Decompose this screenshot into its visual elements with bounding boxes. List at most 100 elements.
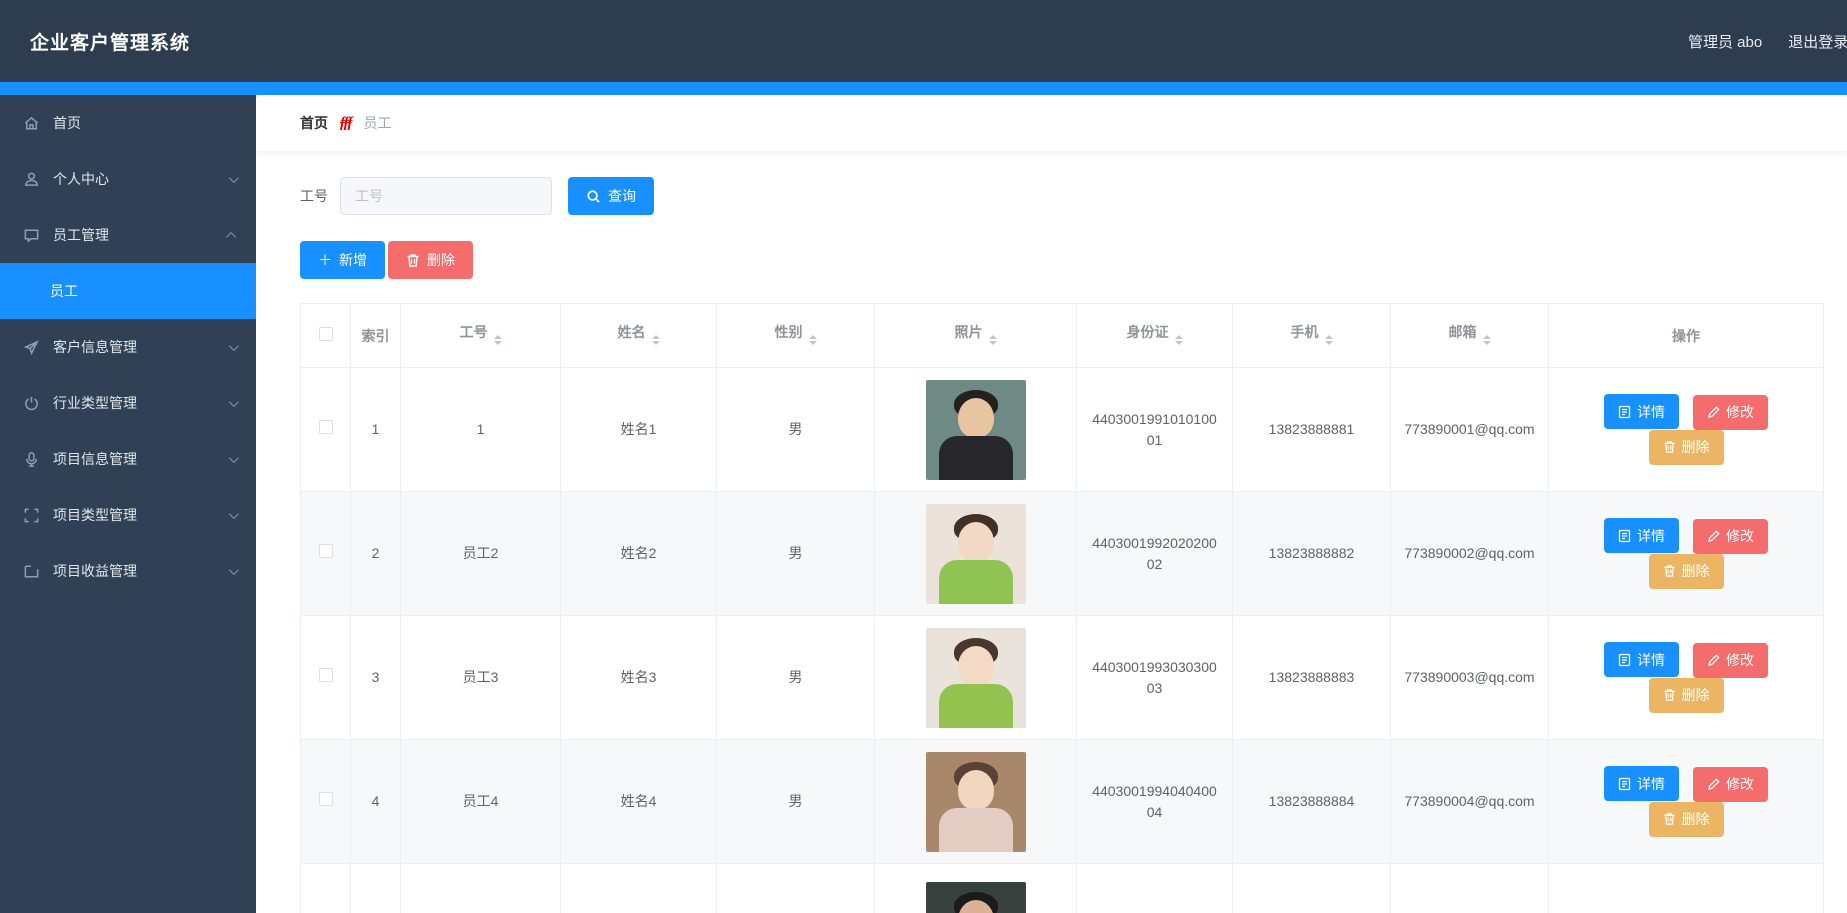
- row-checkbox[interactable]: [318, 544, 333, 558]
- employee-photo: [925, 379, 1026, 480]
- sidebar-item-label: 员工管理: [53, 227, 109, 243]
- cell-gender: 男: [716, 615, 875, 740]
- sidebar-item-home[interactable]: 首页: [0, 95, 256, 151]
- header-name[interactable]: 姓名: [560, 303, 717, 368]
- cell-email: 773890003@qq.com: [1390, 615, 1549, 740]
- document-icon: [1618, 529, 1631, 542]
- main-content: 首页 fff 员工 工号 查询 ＋ 新增: [256, 95, 1847, 913]
- power-icon: [22, 394, 40, 412]
- cell-id-card: 440300199303030003: [1076, 615, 1233, 740]
- search-label: 工号: [300, 188, 328, 204]
- cell-id-card: [1076, 863, 1233, 913]
- cell-name: 姓名4: [560, 739, 717, 864]
- cell-gender: 男: [716, 739, 875, 864]
- search-input[interactable]: [340, 177, 552, 215]
- box-icon: [22, 562, 40, 580]
- detail-button[interactable]: 详情: [1604, 766, 1680, 802]
- row-checkbox[interactable]: [318, 420, 333, 434]
- delete-button[interactable]: 删除: [388, 241, 473, 279]
- logout-link[interactable]: 退出登录: [1788, 31, 1847, 52]
- row-delete-button[interactable]: 删除: [1648, 677, 1724, 713]
- employee-photo: [925, 882, 1026, 913]
- query-button-label: 查询: [608, 188, 636, 204]
- trash-icon: [1663, 813, 1675, 825]
- cell-phone: 13823888884: [1232, 739, 1391, 864]
- chevron-up-icon: [226, 231, 237, 242]
- delete-button-label: 删除: [427, 252, 455, 268]
- breadcrumb: 首页 fff 员工: [256, 95, 1847, 151]
- employee-photo: [925, 751, 1026, 852]
- header-id-card[interactable]: 身份证: [1076, 303, 1233, 368]
- cell-emp-no: 员工3: [400, 615, 561, 740]
- chevron-down-icon: [228, 452, 239, 463]
- sidebar-item-project-type[interactable]: 项目类型管理: [0, 487, 256, 543]
- sidebar-subitem-employee[interactable]: 员工: [0, 263, 256, 319]
- sidebar-item-project-info[interactable]: 项目信息管理: [0, 431, 256, 487]
- header-phone[interactable]: 手机: [1232, 303, 1391, 368]
- detail-button[interactable]: 详情: [1604, 518, 1680, 554]
- cell-name: [560, 863, 717, 913]
- cell-emp-no: 员工4: [400, 739, 561, 864]
- header-photo[interactable]: 照片: [874, 303, 1077, 368]
- sort-icon[interactable]: [988, 331, 997, 349]
- cell-emp-no: 1: [400, 367, 561, 492]
- edit-button[interactable]: 修改: [1692, 394, 1768, 430]
- sort-icon[interactable]: [1482, 331, 1491, 349]
- breadcrumb-current: 员工: [363, 115, 392, 131]
- sidebar-item-project-revenue[interactable]: 项目收益管理: [0, 543, 256, 599]
- admin-user-link[interactable]: 管理员 abo: [1688, 31, 1762, 52]
- pencil-icon: [1708, 406, 1720, 418]
- app-title: 企业客户管理系统: [30, 32, 191, 54]
- chevron-down-icon: [228, 340, 239, 351]
- row-delete-button[interactable]: 删除: [1648, 429, 1724, 465]
- sidebar-item-profile[interactable]: 个人中心: [0, 151, 256, 207]
- sidebar-item-label: 项目信息管理: [53, 451, 137, 467]
- sidebar-item-label: 行业类型管理: [53, 395, 137, 411]
- cell-name: 姓名2: [560, 491, 717, 616]
- trash-icon: [406, 253, 420, 268]
- sort-icon[interactable]: [1174, 331, 1183, 349]
- employee-photo: [925, 503, 1026, 604]
- sort-icon[interactable]: [651, 331, 660, 349]
- query-button[interactable]: 查询: [568, 177, 654, 215]
- sidebar-item-employee-mgmt[interactable]: 员工管理: [0, 207, 256, 263]
- row-delete-button[interactable]: 删除: [1648, 553, 1724, 589]
- chevron-down-icon: [228, 564, 239, 575]
- pencil-icon: [1708, 654, 1720, 666]
- edit-button[interactable]: 修改: [1692, 766, 1768, 802]
- header-email[interactable]: 邮箱: [1390, 303, 1549, 368]
- sort-icon[interactable]: [1324, 331, 1333, 349]
- toolbar: ＋ 新增 删除: [256, 215, 1847, 279]
- add-button-label: 新增: [339, 252, 367, 268]
- sidebar-item-industry-type[interactable]: 行业类型管理: [0, 375, 256, 431]
- cell-email: 773890004@qq.com: [1390, 739, 1549, 864]
- cell-phone: 13823888883: [1232, 615, 1391, 740]
- sidebar-item-label: 项目类型管理: [53, 507, 137, 523]
- app-header: 企业客户管理系统 管理员 abo 退出登录: [0, 0, 1847, 82]
- header-emp-no[interactable]: 工号: [400, 303, 561, 368]
- row-checkbox[interactable]: [318, 668, 333, 682]
- sort-icon[interactable]: [808, 331, 817, 349]
- cell-index: 1: [350, 367, 401, 492]
- row-delete-button[interactable]: 删除: [1648, 801, 1724, 837]
- edit-button[interactable]: 修改: [1692, 518, 1768, 554]
- search-icon: [586, 189, 601, 204]
- detail-button[interactable]: 详情: [1604, 642, 1680, 678]
- chevron-down-icon: [228, 396, 239, 407]
- plus-icon: ＋: [318, 252, 332, 268]
- sidebar-item-customer-info[interactable]: 客户信息管理: [0, 319, 256, 375]
- trash-icon: [1663, 441, 1675, 453]
- accent-bar: [0, 82, 1847, 95]
- row-checkbox[interactable]: [318, 792, 333, 806]
- sort-icon[interactable]: [493, 331, 502, 349]
- edit-button[interactable]: 修改: [1692, 642, 1768, 678]
- cell-index: 3: [350, 615, 401, 740]
- select-all-checkbox[interactable]: [318, 327, 333, 341]
- send-icon: [22, 338, 40, 356]
- detail-button[interactable]: 详情: [1604, 394, 1680, 430]
- cell-emp-no: 员工2: [400, 491, 561, 616]
- header-gender[interactable]: 性别: [716, 303, 875, 368]
- add-button[interactable]: ＋ 新增: [300, 241, 385, 279]
- document-icon: [1618, 653, 1631, 666]
- breadcrumb-home-link[interactable]: 首页: [300, 113, 328, 133]
